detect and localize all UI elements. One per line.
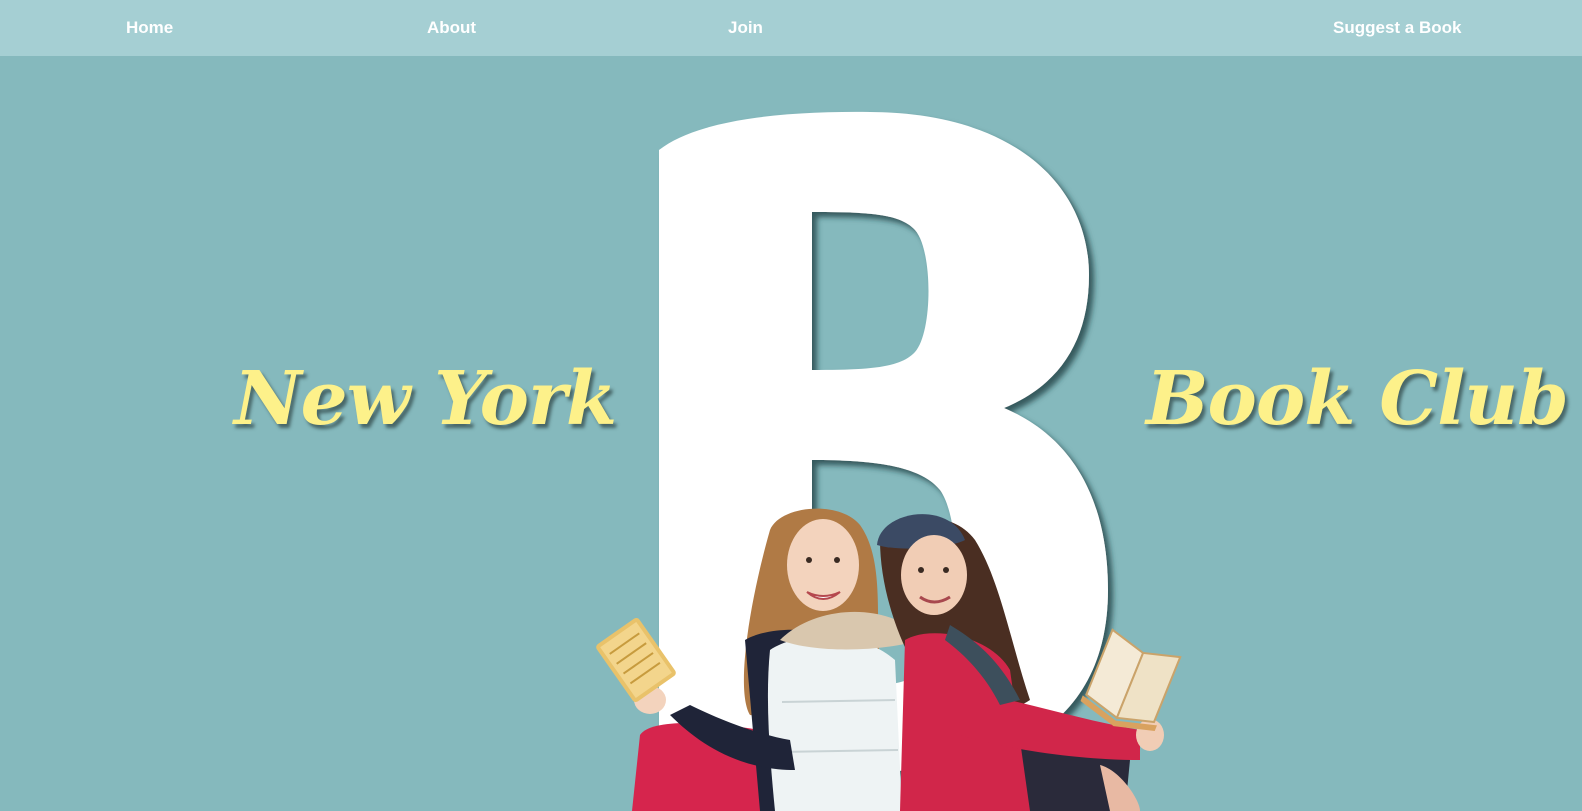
two-girls-reading-photo xyxy=(596,508,1182,811)
top-navbar: Home About Join Suggest a Book xyxy=(0,0,1582,56)
nav-link-about[interactable]: About xyxy=(427,0,476,56)
nav-link-home[interactable]: Home xyxy=(126,0,173,56)
hero-banner: New York Book Club xyxy=(0,56,1582,811)
nav-link-join[interactable]: Join xyxy=(728,0,763,56)
nav-link-suggest-a-book[interactable]: Suggest a Book xyxy=(1333,0,1461,56)
